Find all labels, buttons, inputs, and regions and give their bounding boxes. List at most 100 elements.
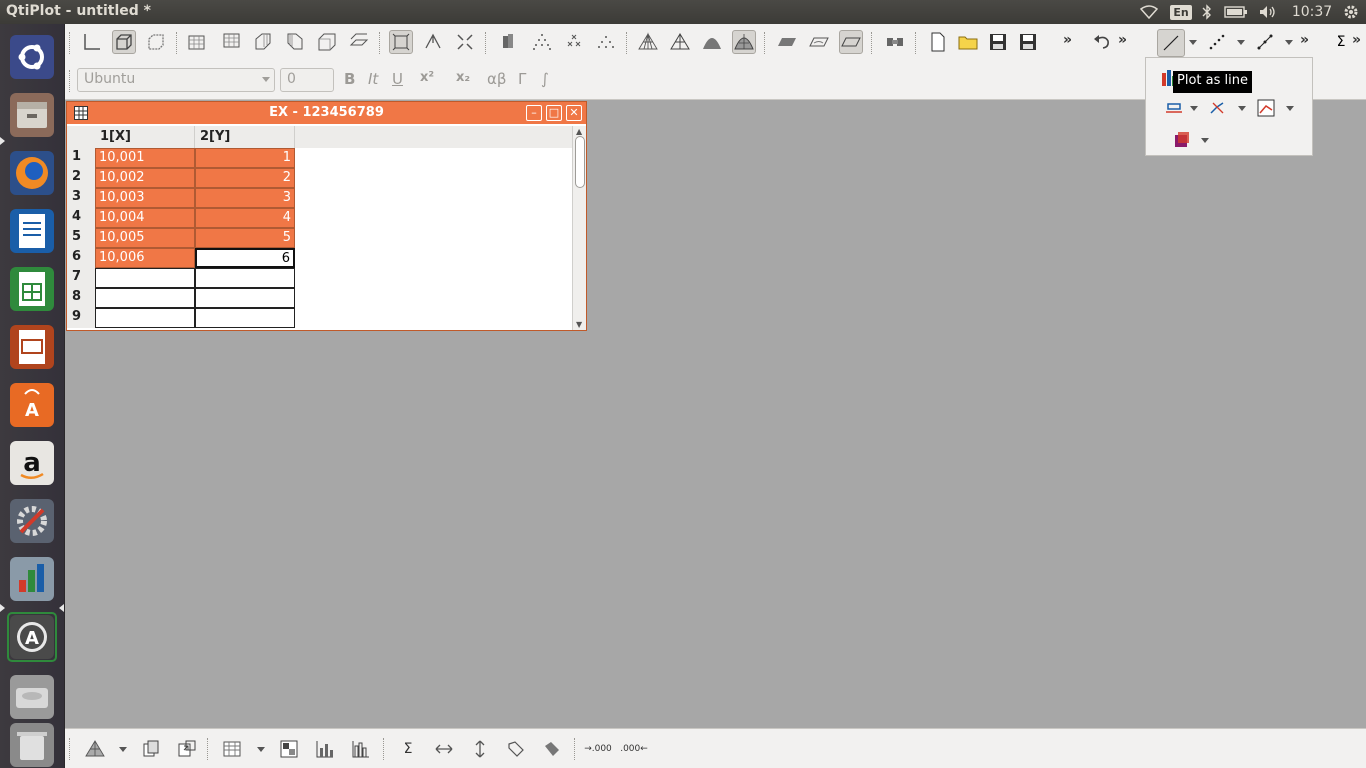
vector-plot-icon[interactable] (1206, 96, 1230, 120)
fit-frame-icon[interactable] (453, 30, 477, 54)
scrollbar-thumb[interactable] (575, 136, 585, 188)
toolbar-handle[interactable] (69, 70, 71, 92)
new-project-icon[interactable] (926, 30, 950, 54)
grid-left-icon[interactable] (283, 30, 307, 54)
axes-2d-icon[interactable] (80, 30, 104, 54)
launcher-software-updater[interactable]: A (7, 612, 57, 662)
points-3d-icon[interactable] (530, 30, 554, 54)
cones-3d-icon[interactable] (594, 30, 618, 54)
horizontal-arrows-icon[interactable] (432, 737, 456, 761)
launcher-impress[interactable] (7, 322, 57, 372)
normalize-icon[interactable] (504, 737, 528, 761)
save-as-icon[interactable] (1016, 30, 1040, 54)
row-header[interactable]: 7 (67, 268, 95, 288)
launcher-firefox[interactable] (7, 148, 57, 198)
row-header[interactable]: 9 (67, 308, 95, 328)
vertical-drop-lines-icon[interactable] (1162, 96, 1186, 120)
table-cell-x[interactable] (95, 268, 195, 288)
math-symbols-button[interactable]: ∫ (541, 70, 549, 88)
table-cell-y[interactable]: 6 (195, 248, 295, 268)
launcher-system-settings[interactable] (7, 496, 57, 546)
scroll-up-icon[interactable]: ▲ (576, 127, 582, 136)
launcher-qtiplot[interactable] (7, 554, 57, 604)
table-cell-x[interactable]: 10,002 (95, 168, 195, 188)
bars-3d-icon[interactable] (496, 30, 520, 54)
grid-back-icon[interactable] (219, 30, 243, 54)
table-cell-x[interactable]: 10,005 (95, 228, 195, 248)
battery-icon[interactable] (1222, 0, 1250, 24)
session-gear-icon[interactable] (1340, 0, 1362, 24)
row-header[interactable]: 6 (67, 248, 95, 268)
toolbar-overflow-icon[interactable]: » (1300, 32, 1309, 48)
surface-plot-icon[interactable] (83, 737, 107, 761)
table-cell-x[interactable]: 10,001 (95, 148, 195, 168)
floor-data-icon[interactable] (775, 30, 799, 54)
table-cell-y[interactable]: 4 (195, 208, 295, 228)
undo-icon[interactable] (1090, 30, 1114, 54)
toolbar-handle[interactable] (69, 32, 71, 54)
new-table-icon[interactable] (220, 737, 244, 761)
animation-icon[interactable] (883, 30, 907, 54)
new-function-plot-icon[interactable] (349, 737, 373, 761)
greek-symbols-button[interactable]: αβ (487, 70, 506, 88)
wifi-icon[interactable] (1138, 0, 1160, 24)
table-window[interactable]: EX - 123456789 – □ ✕ 1[X] 2[Y] 1 10,001 1 2… (66, 101, 587, 331)
new-graph-icon[interactable] (313, 737, 337, 761)
superscript-button[interactable]: x² (420, 70, 434, 85)
scatter-plot-icon[interactable] (1205, 30, 1229, 54)
table-cell-y[interactable]: 1 (195, 148, 295, 168)
sort-icon[interactable] (540, 737, 564, 761)
new-matrix-icon[interactable] (277, 737, 301, 761)
row-header[interactable]: 1 (67, 148, 95, 168)
launcher-software-center[interactable]: A (7, 380, 57, 430)
toolbar-overflow-icon[interactable]: » (1118, 32, 1127, 48)
wireframe-icon[interactable] (636, 30, 660, 54)
frame-icon[interactable] (144, 30, 168, 54)
column-header-x[interactable]: 1[X] (95, 126, 195, 148)
table-cell-y[interactable] (195, 288, 295, 308)
italic-button[interactable]: It (368, 70, 378, 88)
duplicate-window-icon[interactable] (175, 737, 199, 761)
launcher-ubuntu-dash[interactable] (7, 32, 57, 82)
sigma-icon[interactable]: Σ (1329, 30, 1353, 54)
table-window-titlebar[interactable]: EX - 123456789 – □ ✕ (67, 102, 586, 124)
table-cell-x[interactable]: 10,004 (95, 208, 195, 228)
decrease-precision-icon[interactable]: .000← (620, 737, 648, 761)
chevron-down-icon[interactable] (1237, 40, 1245, 45)
open-project-icon[interactable] (956, 30, 980, 54)
box-frame-icon[interactable] (112, 30, 136, 54)
stack-plot-icon[interactable] (1170, 128, 1194, 152)
row-header[interactable]: 2 (67, 168, 95, 188)
volume-icon[interactable] (1257, 0, 1279, 24)
table-cell-y[interactable] (195, 308, 295, 328)
chevron-down-icon[interactable] (119, 747, 127, 752)
chevron-down-icon[interactable] (1201, 138, 1209, 143)
toolbar-overflow-icon[interactable]: » (1063, 32, 1072, 48)
underline-button[interactable]: U (392, 70, 403, 88)
perspective-icon[interactable] (389, 30, 413, 54)
launcher-amazon[interactable]: a (7, 438, 57, 488)
table-cell-y[interactable]: 5 (195, 228, 295, 248)
minimize-button[interactable]: – (526, 105, 542, 121)
bluetooth-icon[interactable] (1199, 0, 1215, 24)
keyboard-language-indicator[interactable]: En (1170, 0, 1192, 24)
chevron-down-icon[interactable] (1285, 40, 1293, 45)
font-family-combo[interactable]: Ubuntu (77, 68, 275, 92)
floor-isolines-icon[interactable] (807, 30, 831, 54)
crosses-3d-icon[interactable] (562, 30, 586, 54)
subscript-button[interactable]: x₂ (456, 70, 470, 85)
table-cell-y[interactable]: 2 (195, 168, 295, 188)
maximize-button[interactable]: □ (546, 105, 562, 121)
uppercase-greek-button[interactable]: Γ (518, 70, 526, 88)
chevron-down-icon[interactable] (1189, 40, 1197, 45)
vertical-arrows-icon[interactable] (468, 737, 492, 761)
launcher-writer[interactable] (7, 206, 57, 256)
chevron-down-icon[interactable] (1286, 106, 1294, 111)
clock[interactable]: 10:37 (1288, 0, 1336, 24)
row-header[interactable]: 5 (67, 228, 95, 248)
save-project-icon[interactable] (986, 30, 1010, 54)
reset-rotation-icon[interactable] (421, 30, 445, 54)
table-cell-x[interactable]: 10,006 (95, 248, 195, 268)
table-cell-x[interactable]: 10,003 (95, 188, 195, 208)
line-symbol-plot-icon[interactable] (1253, 30, 1277, 54)
